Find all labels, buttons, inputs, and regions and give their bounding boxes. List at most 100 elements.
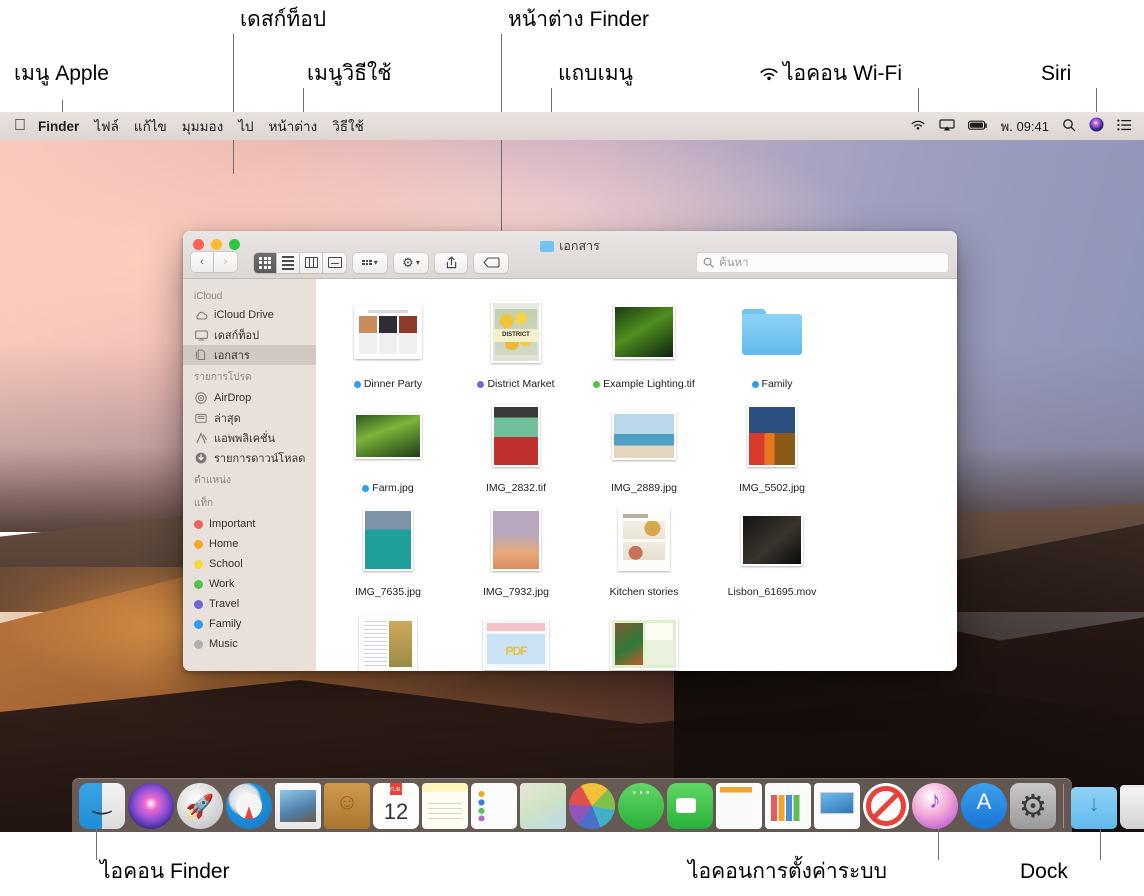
- menu-item-file[interactable]: ไฟล์: [94, 115, 119, 137]
- column-view-button[interactable]: [300, 253, 323, 273]
- battery-icon[interactable]: [968, 119, 988, 134]
- sidebar-item-เดสก์ท็อป[interactable]: เดสก์ท็อป: [183, 325, 316, 345]
- file-item[interactable]: Scenic Pacific Trails: [324, 605, 452, 671]
- dock-item-reminders[interactable]: [471, 783, 517, 829]
- action-button[interactable]: ⚙▾: [394, 253, 428, 273]
- dock-item-safari[interactable]: [226, 783, 272, 829]
- file-item[interactable]: Kitchen stories: [580, 501, 708, 599]
- file-item[interactable]: IMG_7635.jpg: [324, 501, 452, 599]
- sidebar-item-ล่าสุด[interactable]: ล่าสุด: [183, 408, 316, 428]
- file-thumbnail: [741, 501, 803, 579]
- dock-item-contacts[interactable]: [324, 783, 370, 829]
- sidebar-item-travel[interactable]: Travel: [183, 594, 316, 614]
- dock-item-launchpad[interactable]: 🚀: [177, 783, 223, 829]
- sidebar-item-icloud-drive[interactable]: iCloud Drive: [183, 305, 316, 325]
- list-view-button[interactable]: [277, 253, 300, 273]
- sidebar-item-music[interactable]: Music: [183, 634, 316, 654]
- documents-icon: [194, 349, 208, 362]
- dock-item-notes[interactable]: [422, 783, 468, 829]
- file-item[interactable]: Lisbon_61695.mov: [708, 501, 836, 599]
- dock-item-calendar[interactable]: ก.ย.12: [373, 783, 419, 829]
- airplay-icon[interactable]: [939, 119, 955, 134]
- file-grid[interactable]: Dinner Party DISTRICT District Market Examp…: [316, 279, 957, 671]
- sidebar-header: iCloud: [183, 286, 316, 305]
- menu-bar-clock[interactable]: พ. 09:41: [1001, 116, 1049, 137]
- dock-item-system-preferences[interactable]: [1010, 783, 1056, 829]
- arrange-button[interactable]: ▾: [353, 253, 387, 273]
- file-item[interactable]: Farm.jpg: [324, 397, 452, 495]
- menu-item-help[interactable]: วิธีใช้: [332, 115, 364, 137]
- icon-view-button[interactable]: [254, 253, 277, 273]
- file-item[interactable]: Street Food in Bangkok: [580, 605, 708, 671]
- dock-item-finder[interactable]: [79, 783, 125, 829]
- file-label: Kitchen stories: [610, 586, 679, 599]
- file-thumbnail: [747, 397, 797, 475]
- finder-sidebar[interactable]: iCloudiCloud Driveเดสก์ท็อปเอกสารรายการโ…: [183, 279, 316, 671]
- sidebar-item-school[interactable]: School: [183, 554, 316, 574]
- dock-item-numbers[interactable]: [765, 783, 811, 829]
- dock-item-maps[interactable]: [520, 783, 566, 829]
- sidebar-item-family[interactable]: Family: [183, 614, 316, 634]
- menu-item-edit[interactable]: แก้ไข: [134, 115, 167, 137]
- file-label: IMG_2832.tif: [486, 482, 546, 495]
- dock-item-app-store[interactable]: [961, 783, 1007, 829]
- file-item[interactable]: Dinner Party: [324, 293, 452, 391]
- dock-item-photos[interactable]: [569, 783, 615, 829]
- file-item[interactable]: Family: [708, 293, 836, 391]
- file-tag-dot: [752, 381, 759, 388]
- apple-menu-icon[interactable]: : [14, 118, 26, 134]
- dock-item-trash[interactable]: [1120, 785, 1144, 829]
- file-label: Farm.jpg: [362, 482, 413, 495]
- file-item[interactable]: DISTRICT District Market: [452, 293, 580, 391]
- sidebar-item-label: Work: [209, 578, 234, 590]
- sidebar-item-label: Family: [209, 618, 241, 630]
- menu-item-finder[interactable]: Finder: [38, 119, 79, 134]
- dock-item-mail[interactable]: [275, 783, 321, 829]
- action-group: ⚙▾: [394, 253, 428, 273]
- file-item[interactable]: IMG_7932.jpg: [452, 501, 580, 599]
- dock-item-siri[interactable]: [128, 783, 174, 829]
- menu-item-view[interactable]: มุมมอง: [182, 115, 223, 137]
- sidebar-item-label: เดสก์ท็อป: [214, 326, 259, 344]
- control-center-icon[interactable]: [1117, 119, 1132, 134]
- annotation-label-menu-bar: แถบเมนู: [558, 62, 633, 85]
- dock-item-facetime[interactable]: [667, 783, 713, 829]
- search-icon[interactable]: [1062, 118, 1076, 135]
- file-item[interactable]: IMG_2832.tif: [452, 397, 580, 495]
- sidebar-item-important[interactable]: Important: [183, 514, 316, 534]
- sidebar-item-airdrop[interactable]: AirDrop: [183, 388, 316, 408]
- file-item[interactable]: IMG_2889.jpg: [580, 397, 708, 495]
- menu-item-go[interactable]: ไป: [238, 115, 253, 137]
- sidebar-header: แท็ก: [183, 491, 316, 514]
- dock-item-keynote[interactable]: [814, 783, 860, 829]
- sidebar-item-home[interactable]: Home: [183, 534, 316, 554]
- finder-window[interactable]: เอกสาร ‹ ›: [183, 231, 957, 671]
- sidebar-item-แอพพลิเคชั่น[interactable]: แอพพลิเคชั่น: [183, 428, 316, 448]
- file-item[interactable]: Example Lighting.tif: [580, 293, 708, 391]
- file-name: Dinner Party: [364, 378, 422, 390]
- dock-item-unavailable[interactable]: [863, 783, 909, 829]
- file-item[interactable]: PDFShoot Schedule.pdf: [452, 605, 580, 671]
- file-item[interactable]: IMG_5502.jpg: [708, 397, 836, 495]
- share-button[interactable]: [435, 253, 467, 273]
- dock-item-pages[interactable]: [716, 783, 762, 829]
- sidebar-item-เอกสาร[interactable]: เอกสาร: [183, 345, 316, 365]
- dock-item-messages[interactable]: [618, 783, 664, 829]
- tags-button[interactable]: [474, 253, 508, 273]
- file-thumbnail: [363, 501, 413, 579]
- file-name: District Market: [487, 378, 554, 390]
- search-input[interactable]: ค้นหา: [696, 252, 949, 273]
- dock-item-downloads[interactable]: [1071, 787, 1117, 829]
- dock[interactable]: 🚀 ก.ย.12: [72, 778, 1072, 832]
- siri-icon[interactable]: [1089, 117, 1104, 135]
- dock-item-itunes[interactable]: [912, 783, 958, 829]
- finder-titlebar[interactable]: เอกสาร ‹ ›: [183, 231, 957, 279]
- gallery-view-button[interactable]: [323, 253, 346, 273]
- sidebar-header: ตำแหน่ง: [183, 468, 316, 491]
- sidebar-item-work[interactable]: Work: [183, 574, 316, 594]
- menu-item-window[interactable]: หน้าต่าง: [269, 115, 318, 137]
- file-label: IMG_7932.jpg: [483, 586, 549, 599]
- wifi-icon[interactable]: [910, 119, 926, 134]
- file-thumbnail: DISTRICT: [491, 293, 541, 371]
- sidebar-item-รายการดาวน์โหลด[interactable]: รายการดาวน์โหลด: [183, 448, 316, 468]
